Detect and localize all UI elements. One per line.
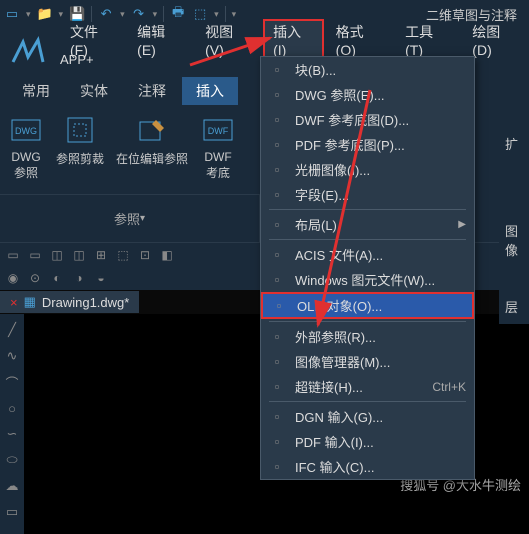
- menu-item-dgn[interactable]: ▫ DGN 输入(G)...: [261, 404, 474, 429]
- menu-label: PDF 参考底图(P)...: [295, 135, 405, 154]
- spline-icon[interactable]: ∽: [2, 424, 22, 444]
- ifc-icon: ▫: [269, 459, 285, 475]
- menu-item-img[interactable]: ▫ 光栅图像(I)...: [261, 157, 474, 182]
- wmf-icon: ▫: [269, 272, 285, 288]
- menu-format[interactable]: 格式(O): [326, 19, 393, 61]
- arc-icon[interactable]: ⌒: [2, 372, 22, 392]
- ribbon-label: DWF 考底: [204, 150, 231, 181]
- imgmgr-icon: ▫: [269, 354, 285, 370]
- menu-label: 图像管理器(M)...: [295, 352, 390, 371]
- menu-label: 字段(E)...: [295, 185, 349, 204]
- menu-item-layout[interactable]: ▫布局(L)▶: [261, 212, 474, 237]
- polyline-icon[interactable]: ∿: [2, 346, 22, 366]
- menu-item-ifc[interactable]: ▫ IFC 输入(C)...: [261, 454, 474, 479]
- menu-edit[interactable]: 编辑(E): [127, 19, 193, 61]
- icon[interactable]: ◒: [92, 269, 110, 287]
- new-icon[interactable]: ▭: [4, 6, 20, 22]
- menu-item-link[interactable]: ▫超链接(H)...Ctrl+K: [261, 374, 474, 399]
- menu-label: IFC 输入(C)...: [295, 457, 374, 476]
- tab-annotate[interactable]: 注释: [124, 77, 180, 105]
- svg-text:DWF: DWF: [208, 126, 229, 136]
- dwg-icon: ▫: [269, 87, 285, 103]
- link-icon: ▫: [269, 379, 285, 395]
- icon[interactable]: ⊡: [136, 246, 154, 264]
- ellipse-icon[interactable]: ⬭: [2, 450, 22, 470]
- menu-item-pdfin[interactable]: ▫ PDF 输入(I)...: [261, 429, 474, 454]
- menu-label: 光栅图像(I)...: [295, 160, 370, 179]
- icon[interactable]: ⊙: [26, 269, 44, 287]
- menu-label: DGN 输入(G)...: [295, 407, 383, 426]
- ribbon-label: 在位编辑参照: [116, 150, 188, 167]
- menu-tools[interactable]: 工具(T): [395, 19, 460, 61]
- menu-label: Windows 图元文件(W)...: [295, 270, 435, 289]
- ole-icon: ▫: [271, 298, 287, 314]
- menu-label: 外部参照(R)...: [295, 327, 376, 346]
- menu-item-ole[interactable]: ▫ OLE 对象(O)...: [261, 292, 474, 319]
- menu-item-dwg[interactable]: ▫ DWG 参照(E)...: [261, 82, 474, 107]
- cloud-icon[interactable]: ☁: [2, 476, 22, 496]
- dgn-icon: ▫: [269, 409, 285, 425]
- menu-draw[interactable]: 绘图(D): [462, 19, 529, 61]
- img-icon: ▫: [269, 162, 285, 178]
- menu-label: ACIS 文件(A)...: [295, 245, 383, 264]
- ribbon-clip-ref[interactable]: 参照剪裁: [56, 112, 104, 194]
- xref-icon: ▫: [269, 329, 285, 345]
- circle-icon[interactable]: ○: [2, 398, 22, 418]
- icon[interactable]: ◫: [70, 246, 88, 264]
- menu-insert[interactable]: 插入(I): [263, 19, 324, 61]
- menu-label: PDF 输入(I)...: [295, 432, 374, 451]
- icon[interactable]: ◫: [48, 246, 66, 264]
- ribbon-label: DWG 参照: [11, 150, 40, 181]
- ribbon-dwf-underlay[interactable]: DWF DWF 考底: [200, 112, 236, 194]
- tab-solid[interactable]: 实体: [66, 77, 122, 105]
- dwf-icon: ▫: [269, 112, 285, 128]
- menu-view[interactable]: 视图(V): [195, 19, 261, 61]
- menu-label: 块(B)...: [295, 60, 336, 79]
- layout-icon: ▫: [269, 217, 285, 233]
- ribbon-label: 参照剪裁: [56, 150, 104, 167]
- left-toolbar: ╱ ∿ ⌒ ○ ∽ ⬭ ☁ ▭: [0, 314, 24, 534]
- menu-item-block[interactable]: ▫ 块(B)...: [261, 57, 474, 82]
- panel-title: 参照: [114, 209, 140, 228]
- block-icon: ▫: [269, 62, 285, 78]
- insert-menu-dropdown: ▫ 块(B)... ▫ DWG 参照(E)... ▫ DWF 参考底图(D)... ▫ PDF…: [260, 56, 475, 480]
- menu-item-dwf[interactable]: ▫ DWF 参考底图(D)...: [261, 107, 474, 132]
- ribbon-edit-ref[interactable]: 在位编辑参照: [116, 112, 188, 194]
- menu-label: DWF 参考底图(D)...: [295, 110, 409, 129]
- menu-label: OLE 对象(O)...: [297, 296, 382, 315]
- icon[interactable]: ⊞: [92, 246, 110, 264]
- menu-label: DWG 参照(E)...: [295, 85, 385, 104]
- acis-icon: ▫: [269, 247, 285, 263]
- icon[interactable]: ◐: [48, 269, 66, 287]
- icon[interactable]: ◉: [4, 269, 22, 287]
- menu-label: 布局(L): [295, 215, 337, 234]
- menu-item-pdf[interactable]: ▫ PDF 参考底图(P)...: [261, 132, 474, 157]
- menu-item-xref[interactable]: ▫ 外部参照(R)...: [261, 324, 474, 349]
- icon[interactable]: ▭: [4, 246, 22, 264]
- ribbon-dwg-ref[interactable]: DWG DWG 参照: [8, 112, 44, 194]
- icon[interactable]: ◧: [158, 246, 176, 264]
- line-icon[interactable]: ╱: [2, 320, 22, 340]
- field-icon: ▫: [269, 187, 285, 203]
- pdfin-icon: ▫: [269, 434, 285, 450]
- svg-text:DWG: DWG: [15, 126, 37, 136]
- doc-name: Drawing1.dwg*: [42, 295, 129, 310]
- icon[interactable]: ◑: [70, 269, 88, 287]
- pdf-icon: ▫: [269, 137, 285, 153]
- menu-bar: 文件(F) 编辑(E) 视图(V) 插入(I) 格式(O) 工具(T) 绘图(D…: [0, 28, 529, 52]
- tab-common[interactable]: 常用: [8, 77, 64, 105]
- document-tab[interactable]: × ▦ Drawing1.dwg*: [0, 291, 139, 313]
- menu-item-acis[interactable]: ▫ ACIS 文件(A)...: [261, 242, 474, 267]
- menu-item-wmf[interactable]: ▫ Windows 图元文件(W)...: [261, 267, 474, 292]
- menu-item-field[interactable]: ▫ 字段(E)...: [261, 182, 474, 207]
- menu-label: 超链接(H)...: [295, 377, 363, 396]
- right-panel: 扩 图像 层: [499, 126, 529, 324]
- icon[interactable]: ⬚: [114, 246, 132, 264]
- open-icon[interactable]: 📁: [37, 6, 53, 22]
- icon[interactable]: ▭: [26, 246, 44, 264]
- tab-insert[interactable]: 插入: [182, 77, 238, 105]
- app-logo[interactable]: [4, 28, 52, 76]
- rect-icon[interactable]: ▭: [2, 502, 22, 522]
- menu-item-imgmgr[interactable]: ▫ 图像管理器(M)...: [261, 349, 474, 374]
